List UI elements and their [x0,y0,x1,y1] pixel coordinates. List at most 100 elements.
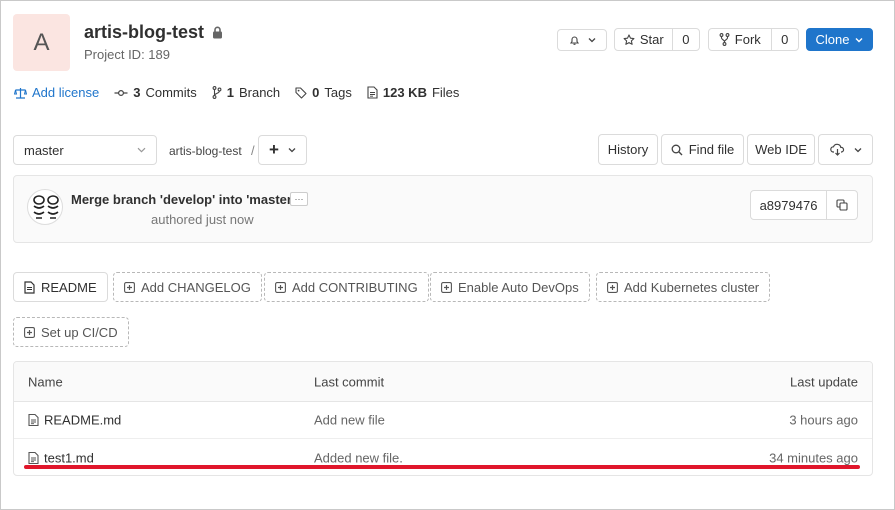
notification-dropdown[interactable] [557,29,607,51]
download-dropdown[interactable] [818,134,873,165]
plus-square-icon [441,281,452,293]
file-last-commit[interactable]: Added new file. [314,450,403,465]
branch-icon [212,86,222,99]
find-file-button[interactable]: Find file [661,134,744,165]
tags-label: Tags [324,85,352,100]
add-license-link[interactable]: Add license [14,85,99,100]
fork-label: Fork [734,32,761,47]
file-icon [28,451,39,464]
chevron-down-icon [588,37,596,43]
file-last-update: 3 hours ago [789,412,858,428]
scale-icon [14,87,27,99]
plus-square-icon [607,281,618,293]
table-row[interactable]: test1.md Added new file. 34 minutes ago [14,439,872,475]
commit-authored: authored just now [151,212,254,227]
file-name-cell[interactable]: test1.md [28,450,94,465]
breadcrumb-separator: / [251,143,255,158]
project-title[interactable]: artis-blog-test [84,22,223,43]
branch-dropdown[interactable]: master [13,135,157,165]
star-count[interactable]: 0 [671,29,699,50]
fork-icon [719,33,730,46]
fork-count[interactable]: 0 [770,29,798,50]
add-changelog-button[interactable]: Add CHANGELOG [113,272,262,302]
find-file-label: Find file [688,142,735,157]
star-button[interactable]: Star [615,29,672,50]
tags-count: 0 [312,85,320,100]
download-cloud-icon [829,143,845,156]
column-last-commit: Last commit [314,374,385,389]
file-last-commit[interactable]: Add new file [314,413,385,428]
highlight-underline [24,465,860,469]
chevron-down-icon [855,37,863,43]
table-header: Name Last commit Last update [14,362,872,402]
add-to-tree-dropdown[interactable]: + [258,135,307,165]
add-kubernetes-cluster-button[interactable]: Add Kubernetes cluster [596,272,771,302]
last-commit-panel [13,175,873,243]
files-label: Files [431,85,460,100]
star-icon [623,33,635,46]
file-name[interactable]: test1.md [44,450,94,465]
copy-sha-button[interactable] [826,191,857,219]
enable-auto-devops-button[interactable]: Enable Auto DevOps [430,272,590,302]
star-button-group: Star 0 [614,28,700,51]
enable-auto-devops-label: Enable Auto DevOps [458,279,579,295]
commits-link[interactable]: 3 Commits [114,85,197,100]
fork-button[interactable]: Fork [709,29,771,50]
file-name[interactable]: README.md [44,413,121,428]
tags-link[interactable]: 0 Tags [295,85,352,100]
files-link[interactable]: 123 KB Files [367,85,460,100]
branch-label: Branch [238,85,281,100]
file-icon [24,280,35,294]
project-name[interactable]: artis-blog-test [84,22,204,43]
tag-icon [295,86,307,99]
branches-link[interactable]: 1 Branch [212,85,280,100]
file-tree-table: Name Last commit Last update README.md A… [13,361,873,476]
project-id: Project ID: 189 [84,47,170,62]
set-up-ci-cd-button[interactable]: Set up CI/CD [13,317,129,347]
table-row[interactable]: README.md Add new file 3 hours ago [14,402,872,439]
file-name-cell[interactable]: README.md [28,413,121,428]
set-up-ci-cd-label: Set up CI/CD [41,324,118,340]
plus-icon: + [269,140,279,159]
web-ide-button[interactable]: Web IDE [747,134,815,165]
file-icon [367,86,378,99]
commit-more-button[interactable]: ··· [290,192,308,206]
chevron-down-icon [137,147,146,153]
project-stats: Add license 3 Commits 1 Branch 0 Tags 12… [14,85,459,100]
plus-square-icon [275,281,286,293]
readme-label: README [41,279,97,295]
commits-count: 3 [133,85,141,100]
breadcrumb: artis-blog-test / [169,143,255,158]
readme-button[interactable]: README [13,272,108,302]
plus-square-icon [124,281,135,293]
chevron-down-icon [854,147,862,153]
search-icon [671,144,683,156]
avatar-letter: A [33,28,50,56]
author-avatar[interactable] [27,189,63,225]
add-contributing-label: Add CONTRIBUTING [292,279,418,295]
add-kubernetes-cluster-label: Add Kubernetes cluster [624,279,760,295]
clone-label: Clone [815,32,850,47]
commit-sha[interactable]: a8979476 [751,191,826,219]
commits-label: Commits [145,85,197,100]
chevron-down-icon [288,147,296,153]
history-label: History [607,142,649,157]
bell-icon [569,35,580,46]
project-avatar: A [13,14,70,71]
copy-icon [836,199,848,211]
web-ide-label: Web IDE [755,142,807,157]
commit-title[interactable]: Merge branch 'develop' into 'master' [71,192,295,207]
lock-icon [212,26,223,39]
star-label: Star [639,32,664,47]
add-changelog-label: Add CHANGELOG [141,279,251,295]
plus-square-icon [24,326,35,338]
history-button[interactable]: History [598,134,658,165]
add-contributing-button[interactable]: Add CONTRIBUTING [264,272,429,302]
clone-button[interactable]: Clone [806,28,873,51]
files-size: 123 KB [382,85,427,100]
file-last-update: 34 minutes ago [769,450,858,465]
commit-icon [114,88,128,98]
fork-button-group: Fork 0 [708,28,799,51]
file-icon [28,413,39,427]
breadcrumb-project[interactable]: artis-blog-test [169,144,242,158]
